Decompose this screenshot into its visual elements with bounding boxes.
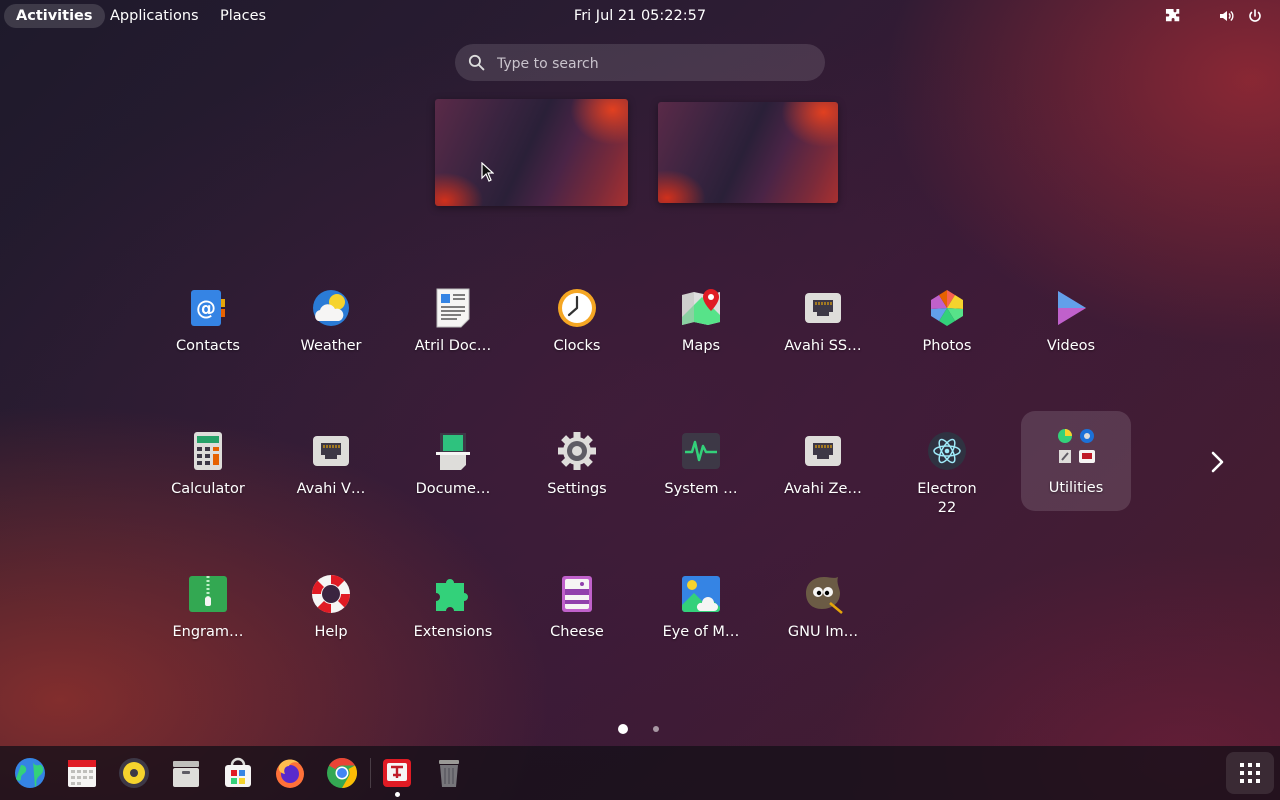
app-weather[interactable]: Weather	[276, 279, 386, 371]
electron-atom-icon	[928, 432, 966, 470]
photos-icon	[931, 290, 963, 326]
weather-icon	[313, 290, 349, 326]
app-label-line-2: 22	[937, 500, 957, 516]
workspace-thumbnail-1[interactable]	[435, 99, 628, 206]
app-grid-icon	[1240, 763, 1260, 783]
app-electron-22[interactable]: Electron 22	[892, 422, 1002, 516]
app-label: GNU Im…	[787, 624, 859, 640]
text-editor-icon[interactable]	[380, 756, 414, 790]
mouse-cursor-icon	[481, 162, 494, 182]
app-extensions[interactable]: Extensions	[398, 565, 508, 657]
contacts-icon: @	[191, 290, 225, 326]
app-label: Avahi SS…	[784, 338, 862, 354]
trash-icon[interactable]	[432, 756, 466, 790]
app-atril-document-viewer[interactable]: Atril Doc…	[398, 279, 508, 371]
clock-icon	[558, 289, 596, 327]
calendar-icon[interactable]	[65, 756, 99, 790]
app-label: Docume…	[415, 481, 491, 497]
app-label: Avahi Ze…	[784, 481, 862, 497]
app-label: Maps	[681, 338, 721, 354]
network-port-icon	[313, 436, 349, 466]
lifebuoy-icon	[312, 575, 350, 613]
running-app-indicator	[395, 792, 400, 797]
network-port-icon	[805, 293, 841, 323]
dash-separator	[370, 758, 371, 788]
gear-icon	[558, 432, 596, 470]
app-label: Atril Doc…	[414, 338, 492, 354]
app-label: Engram…	[172, 624, 244, 640]
app-eye-of-mate[interactable]: Eye of M…	[646, 565, 756, 657]
app-photos[interactable]: Photos	[892, 279, 1002, 371]
cheese-icon	[562, 576, 592, 612]
scanner-icon	[436, 433, 470, 470]
app-label: Videos	[1046, 338, 1096, 354]
app-label: Avahi V…	[296, 481, 366, 497]
app-document-scanner[interactable]: Docume…	[398, 422, 508, 514]
chevron-right-icon[interactable]	[1204, 447, 1232, 477]
search-icon	[468, 54, 485, 71]
app-label: Weather	[300, 338, 362, 354]
document-viewer-icon	[436, 288, 470, 328]
software-store-icon[interactable]	[221, 756, 255, 790]
app-gimp[interactable]: GNU Im…	[768, 565, 878, 657]
svg-text:@: @	[196, 296, 216, 320]
app-avahi-zeroconf[interactable]: Avahi Ze…	[768, 422, 878, 514]
app-label: Utilities	[1048, 480, 1104, 496]
app-videos[interactable]: Videos	[1016, 279, 1126, 371]
app-label: Photos	[922, 338, 972, 354]
app-label: Clocks	[553, 338, 601, 354]
app-avahi-ssh[interactable]: Avahi SS…	[768, 279, 878, 371]
app-engrampa[interactable]: Engram…	[153, 565, 263, 657]
show-applications-button[interactable]	[1226, 752, 1274, 794]
app-cheese[interactable]: Cheese	[522, 565, 632, 657]
volume-icon[interactable]	[1218, 8, 1234, 24]
app-label: Extensions	[413, 624, 493, 640]
videos-icon	[1058, 291, 1086, 325]
app-label: System …	[664, 481, 738, 497]
firefox-icon[interactable]	[273, 756, 307, 790]
page-indicator-1[interactable]	[618, 724, 628, 734]
app-label: Help	[314, 624, 348, 640]
image-viewer-icon	[682, 576, 720, 612]
app-system-monitor[interactable]: System …	[646, 422, 756, 514]
app-settings[interactable]: Settings	[522, 422, 632, 514]
puzzle-icon	[436, 579, 468, 611]
app-label: Cheese	[550, 624, 604, 640]
app-label: Settings	[547, 481, 607, 497]
map-icon	[682, 289, 720, 325]
network-port-icon	[805, 436, 841, 466]
app-label: Contacts	[176, 338, 240, 354]
globe-icon[interactable]	[13, 756, 47, 790]
music-player-icon[interactable]	[117, 756, 151, 790]
chrome-icon[interactable]	[325, 756, 359, 790]
clock[interactable]: Fri Jul 21 05:22:57	[0, 4, 1280, 28]
app-contacts[interactable]: @ Contacts	[153, 279, 263, 371]
search-input[interactable]	[495, 44, 819, 83]
search-bar[interactable]	[455, 44, 825, 83]
system-monitor-icon	[682, 433, 720, 469]
utilities-folder-icon	[1058, 429, 1095, 463]
app-maps[interactable]: Maps	[646, 279, 756, 371]
app-calculator[interactable]: Calculator	[153, 422, 263, 514]
app-label: Calculator	[171, 481, 245, 497]
app-label-line-1: Electron	[917, 481, 977, 497]
calculator-icon	[194, 432, 222, 470]
power-icon[interactable]	[1247, 8, 1263, 24]
extensions-icon[interactable]	[1165, 8, 1181, 24]
app-help[interactable]: Help	[276, 565, 386, 657]
page-indicator-2[interactable]	[653, 726, 659, 732]
gimp-icon	[806, 577, 843, 614]
workspace-thumbnail-2[interactable]	[658, 102, 838, 203]
app-avahi-vnc[interactable]: Avahi V…	[276, 422, 386, 514]
app-clocks[interactable]: Clocks	[522, 279, 632, 371]
top-bar: Activities Applications Places Fri Jul 2…	[0, 0, 1280, 32]
files-icon[interactable]	[169, 756, 203, 790]
dash	[0, 746, 1280, 800]
app-label: Electron 22	[892, 480, 1002, 518]
archive-icon	[189, 576, 227, 612]
app-folder-utilities[interactable]: Utilities	[1021, 411, 1131, 511]
app-label: Eye of M…	[662, 624, 740, 640]
